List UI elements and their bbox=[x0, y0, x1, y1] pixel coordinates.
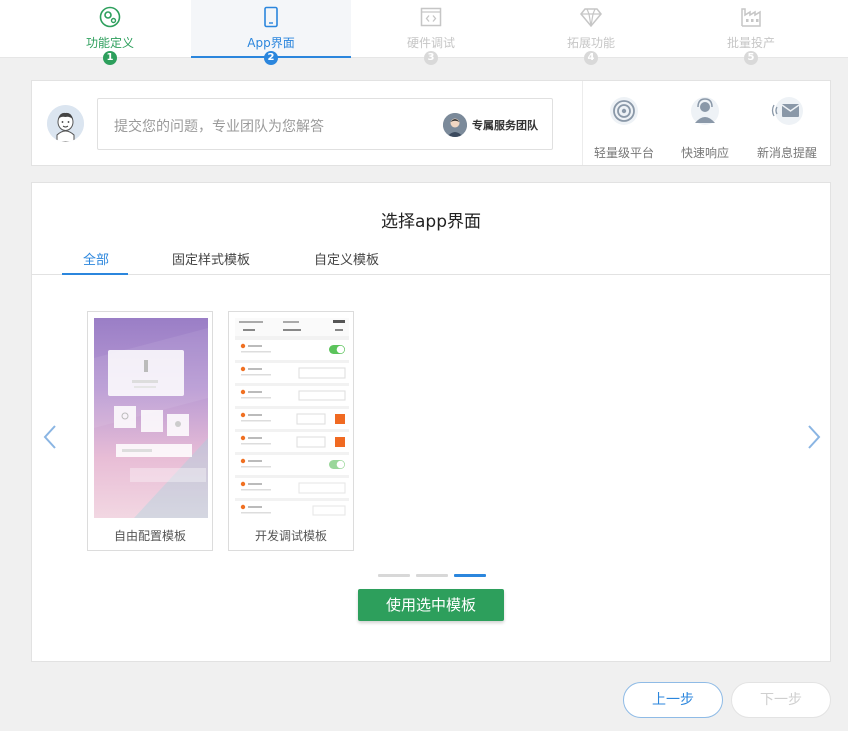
template-preview-graphic bbox=[94, 318, 208, 518]
feature-label: 快速响应 bbox=[680, 146, 729, 160]
user-avatar bbox=[47, 105, 84, 142]
template-preview-image bbox=[94, 318, 208, 518]
diamond-icon bbox=[580, 8, 602, 28]
user-avatar-icon bbox=[47, 105, 84, 142]
step-hardware-debug[interactable]: 硬件调试 3 bbox=[351, 0, 511, 65]
chevron-left-icon[interactable] bbox=[41, 423, 61, 451]
mail-notify-icon bbox=[771, 97, 803, 125]
template-preview-image bbox=[235, 318, 349, 518]
target-icon bbox=[610, 97, 638, 125]
step-app-interface[interactable]: App界面 2 bbox=[191, 0, 351, 65]
step-number: 3 bbox=[424, 51, 438, 65]
template-card-free-config[interactable]: 自由配置模板 bbox=[87, 311, 213, 551]
next-step-button[interactable]: 下一步 bbox=[731, 682, 831, 718]
use-selected-template-button[interactable]: 使用选中模板 bbox=[358, 589, 504, 621]
carousel-dot[interactable] bbox=[378, 574, 410, 577]
step-number: 4 bbox=[584, 51, 598, 65]
question-panel: 提交您的问题，专业团队为您解答 专属服务团队 轻量级平台 快速响应 新消息提醒 bbox=[31, 80, 831, 166]
tab-custom[interactable]: 自定义模板 bbox=[314, 249, 379, 268]
factory-icon bbox=[741, 8, 761, 27]
feature-label: 轻量级平台 bbox=[593, 146, 654, 160]
step-label: App界面 bbox=[247, 36, 295, 50]
step-label: 拓展功能 bbox=[566, 36, 615, 50]
question-input[interactable]: 提交您的问题，专业团队为您解答 专属服务团队 bbox=[97, 98, 553, 150]
question-placeholder: 提交您的问题，专业团队为您解答 bbox=[114, 119, 324, 135]
template-label: 自由配置模板 bbox=[113, 529, 186, 543]
feature-lightweight: 轻量级平台 bbox=[585, 95, 663, 161]
progress-stepper: 功能定义 1 App界面 2 硬件调试 3 拓展功能 4 批量投产 5 bbox=[0, 0, 848, 65]
tab-all[interactable]: 全部 bbox=[83, 249, 109, 268]
carousel-dot-active[interactable] bbox=[454, 574, 486, 577]
chevron-right-icon[interactable] bbox=[803, 423, 823, 451]
step-label: 硬件调试 bbox=[406, 36, 455, 50]
support-agent-icon bbox=[691, 97, 719, 125]
team-label: 专属服务团队 bbox=[472, 119, 538, 132]
step-function-definition[interactable]: 功能定义 1 bbox=[30, 0, 190, 65]
divider bbox=[582, 81, 583, 165]
team-avatar bbox=[443, 113, 467, 137]
step-number: 5 bbox=[744, 51, 758, 65]
step-mass-production[interactable]: 批量投产 5 bbox=[671, 0, 831, 65]
feature-label: 新消息提醒 bbox=[756, 146, 817, 160]
carousel-dot[interactable] bbox=[416, 574, 448, 577]
feature-new-message: 新消息提醒 bbox=[748, 95, 826, 161]
step-extend-features[interactable]: 拓展功能 4 bbox=[511, 0, 671, 65]
gear-circle-icon bbox=[99, 6, 121, 28]
template-card-dev-debug[interactable]: 开发调试模板 bbox=[228, 311, 354, 551]
tab-active-indicator bbox=[62, 273, 128, 275]
step-label: 功能定义 bbox=[85, 36, 134, 50]
step-number: 1 bbox=[103, 51, 117, 65]
previous-step-button[interactable]: 上一步 bbox=[623, 682, 723, 718]
tab-fixed-style[interactable]: 固定样式模板 bbox=[172, 249, 250, 268]
feature-quick-response: 快速响应 bbox=[666, 95, 744, 161]
service-team-button[interactable]: 专属服务团队 bbox=[443, 113, 538, 137]
phone-icon bbox=[264, 6, 278, 28]
panel-title: 选择app界面 bbox=[381, 212, 481, 232]
code-window-icon bbox=[420, 7, 442, 27]
step-number: 2 bbox=[264, 51, 278, 65]
agent-avatar-icon bbox=[443, 113, 467, 137]
template-preview-graphic bbox=[235, 318, 349, 518]
step-label: 批量投产 bbox=[726, 36, 775, 50]
template-label: 开发调试模板 bbox=[254, 529, 327, 543]
template-tabs: 全部 固定样式模板 自定义模板 bbox=[32, 247, 830, 275]
template-selection-panel: 选择app界面 全部 固定样式模板 自定义模板 自由配置模板 开发调试模板 使用… bbox=[31, 182, 831, 662]
